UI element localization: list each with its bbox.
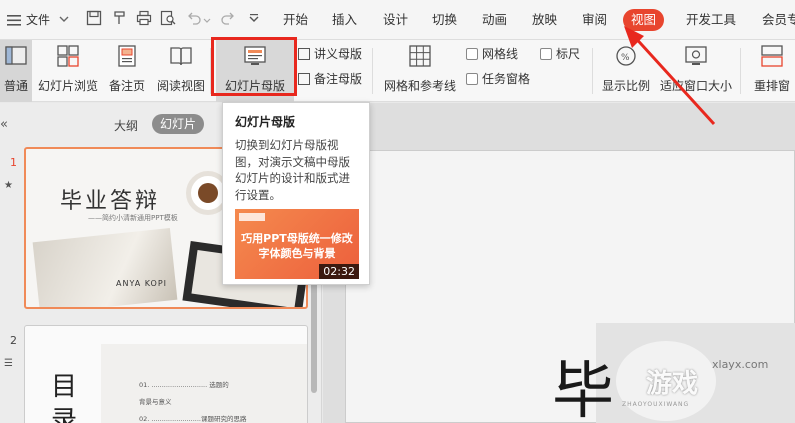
handout-master-button[interactable]: 讲义母版 [298,45,362,63]
slide-master-tooltip: 幻灯片母版 切换到幻灯片母版视图，对演示文稿中母版幻灯片的设计和版式进行设置。 … [222,102,370,285]
ruler-check[interactable] [540,48,552,60]
slide2-item1b: 背景与意义 [139,398,172,406]
task-pane-label: 任务窗格 [482,72,531,86]
task-pane-check[interactable] [466,73,478,85]
notes-page-label: 备注页 [108,79,145,93]
rearrange-window-icon [760,44,784,68]
slide-number-2: 2 [10,334,17,347]
slide1-footer: ANYA KOPI [116,279,168,288]
watermark-logo: 游戏 ZHAOYOUXIWANG [616,341,716,421]
tab-insert[interactable]: 插入 [332,0,357,40]
rearrange-window-label: 重排窗 [754,79,791,93]
tab-animations[interactable]: 动画 [482,0,507,40]
notes-page-button[interactable]: 备注页 [104,40,150,102]
hamburger-icon[interactable] [6,12,24,30]
slide2-title-b: 录 [51,406,78,423]
handout-master-label: 讲义母版 [314,47,363,61]
slide-number-1: 1 [10,156,17,169]
tab-transitions[interactable]: 切换 [432,0,457,40]
tooltip-title: 幻灯片母版 [235,115,296,129]
star-icon: ☰ [4,358,13,369]
slide2-item1: 01. ........................... 选题的 [139,381,229,389]
ruler-checkbox[interactable]: 标尺 [540,45,580,63]
slide-thumbnail-2[interactable]: 目 录 01. ........................... 选题的 … [24,325,308,423]
slide-sorter-label: 幻灯片浏览 [37,79,98,93]
normal-view-button[interactable]: 普通 [0,40,32,102]
slide2-title-a: 目 [51,372,78,402]
print-icon[interactable] [136,10,154,28]
slide2-item2: 02. ........................课题研究的思路 [139,415,247,423]
gridlines-label: 网格线 [482,47,519,61]
watermark-url: xlayx.com [712,358,769,371]
star-icon: ★ [4,180,13,191]
reading-view-icon [169,44,193,68]
video-logo [239,213,265,221]
normal-view-icon [4,44,28,68]
grid-guides-label: 网格和参考线 [383,79,456,93]
gridlines-check[interactable] [466,48,478,60]
ribbon-separator [592,48,593,94]
tooltip-description: 切换到幻灯片母版视图，对演示文稿中母版幻灯片的设计和版式进行设置。 [235,138,350,202]
undo-dropdown-icon[interactable] [203,14,211,32]
slide1-subtitle: ——简约小清新通用PPT模板 [88,214,178,222]
ruler-label: 标尺 [556,47,581,61]
watermark-sub: ZHAOYOUXIWANG [622,401,690,408]
slide-big-char: 毕 [552,354,615,423]
file-menu[interactable]: 文件 [26,0,50,40]
watermark-brand: 游戏 [646,369,699,399]
grid-guides-button[interactable]: 网格和参考线 [380,40,460,102]
tab-home[interactable]: 开始 [283,0,308,40]
customize-toolbar-icon[interactable] [248,13,266,31]
slide-sorter-button[interactable]: 幻灯片浏览 [36,40,100,102]
ribbon-separator [740,48,741,94]
tab-slideshow[interactable]: 放映 [532,0,557,40]
photo-collage-image [32,227,178,307]
tab-outline[interactable]: 大纲 [114,117,138,134]
ribbon-separator [372,48,373,94]
highlight-box [211,37,297,96]
slide-sorter-icon [56,44,80,68]
gridlines-checkbox[interactable]: 网格线 [466,45,518,63]
video-duration: 02:32 [319,264,359,279]
grid-icon [408,44,432,68]
annotation-arrow-icon [624,26,716,126]
notes-master-label: 备注母版 [314,72,363,86]
tutorial-video[interactable]: 巧用PPT母版统一修改字体颜色与背景 02:32 [235,209,359,279]
normal-view-label: 普通 [3,79,28,93]
rearrange-window-button[interactable]: 重排窗 [748,40,795,102]
print-preview-icon[interactable] [160,10,178,28]
reading-view-label: 阅读视图 [156,79,205,93]
collapse-panel-icon[interactable]: « [0,117,8,132]
chevron-down-icon[interactable] [58,13,76,31]
reading-view-button[interactable]: 阅读视图 [154,40,208,102]
save-icon[interactable] [86,10,104,28]
redo-icon[interactable] [220,10,238,28]
video-title: 巧用PPT母版统一修改字体颜色与背景 [241,232,353,260]
tab-slides[interactable]: 幻灯片 [152,114,205,134]
notes-master-icon [298,73,310,85]
tab-member[interactable]: 会员专 [762,0,795,40]
task-pane-checkbox[interactable]: 任务窗格 [466,70,530,88]
slide1-title: 毕业答辩 [60,189,161,214]
undo-icon[interactable] [186,10,204,28]
tab-review[interactable]: 审阅 [582,0,607,40]
tab-design[interactable]: 设计 [383,0,408,40]
handout-master-icon [298,48,310,60]
current-slide[interactable]: 毕 游戏 ZHAOYOUXIWANG xlayx.com [345,150,795,423]
format-painter-icon[interactable] [112,10,130,28]
notes-page-icon [115,44,139,68]
notes-master-button[interactable]: 备注母版 [298,70,362,88]
